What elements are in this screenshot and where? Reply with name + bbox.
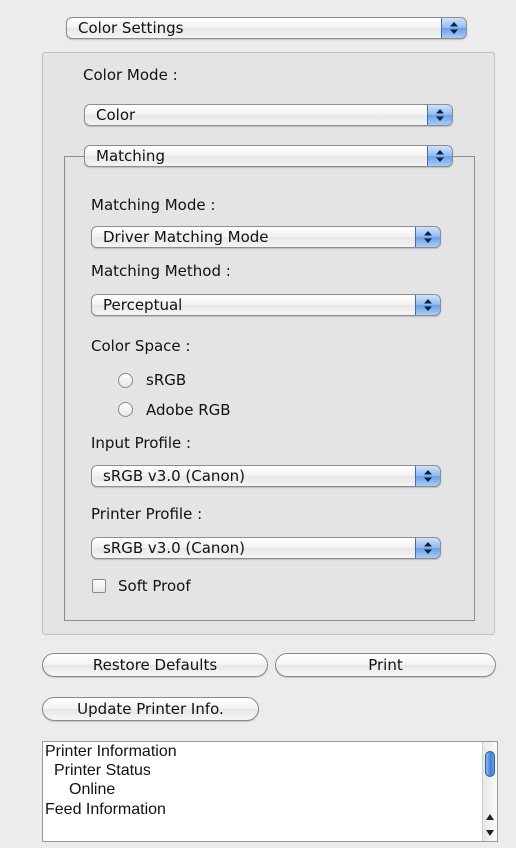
popup-arrows-icon — [441, 18, 466, 38]
matching-method-popup-label: Perceptual — [103, 296, 183, 314]
update-printer-info-button[interactable]: Update Printer Info. — [42, 697, 259, 721]
color-mode-label: Color Mode : — [83, 66, 178, 84]
popup-arrows-icon — [415, 295, 440, 315]
popup-arrows-icon — [415, 538, 440, 558]
radio-adobe-rgb-label: Adobe RGB — [146, 401, 231, 419]
color-mode-popup[interactable]: Color — [84, 104, 453, 126]
color-settings-popup-label: Color Settings — [78, 19, 184, 37]
scroll-up-arrow-icon[interactable] — [486, 814, 494, 820]
list-item: Online — [69, 781, 116, 798]
input-profile-popup[interactable]: sRGB v3.0 (Canon) — [91, 465, 441, 487]
popup-arrows-icon — [415, 466, 440, 486]
matching-method-label: Matching Method : — [91, 262, 231, 280]
soft-proof-label: Soft Proof — [118, 577, 191, 595]
color-mode-popup-label: Color — [96, 106, 136, 124]
printer-profile-popup-label: sRGB v3.0 (Canon) — [103, 539, 245, 557]
input-profile-label: Input Profile : — [91, 434, 192, 452]
matching-mode-label: Matching Mode : — [91, 196, 216, 214]
popup-arrows-icon — [427, 105, 452, 125]
printer-info-list[interactable]: Printer Information Printer Status Onlin… — [42, 741, 498, 842]
soft-proof-checkbox[interactable] — [92, 579, 106, 593]
printer-profile-label: Printer Profile : — [91, 505, 203, 523]
scroll-down-arrow-icon[interactable] — [486, 830, 494, 836]
matching-popup[interactable]: Matching — [84, 145, 453, 167]
scrollbar-thumb[interactable] — [485, 751, 495, 777]
list-item: Printer Status — [54, 762, 151, 779]
radio-adobe-rgb[interactable] — [118, 402, 133, 417]
matching-mode-popup-label: Driver Matching Mode — [103, 228, 269, 246]
color-settings-popup[interactable]: Color Settings — [66, 17, 467, 39]
color-space-label: Color Space : — [91, 337, 191, 355]
matching-method-popup[interactable]: Perceptual — [91, 294, 441, 316]
input-profile-popup-label: sRGB v3.0 (Canon) — [103, 467, 245, 485]
popup-arrows-icon — [415, 227, 440, 247]
list-item: Feed Information — [45, 801, 166, 818]
popup-arrows-icon — [427, 146, 452, 166]
restore-defaults-button[interactable]: Restore Defaults — [42, 653, 268, 677]
radio-srgb[interactable] — [118, 373, 133, 388]
print-button[interactable]: Print — [275, 653, 496, 677]
matching-mode-popup[interactable]: Driver Matching Mode — [91, 226, 441, 248]
list-item: Printer Information — [45, 743, 177, 760]
radio-srgb-label: sRGB — [146, 371, 187, 389]
matching-popup-label: Matching — [96, 147, 165, 165]
printer-profile-popup[interactable]: sRGB v3.0 (Canon) — [91, 537, 441, 559]
info-list-scrollbar[interactable] — [482, 742, 497, 841]
